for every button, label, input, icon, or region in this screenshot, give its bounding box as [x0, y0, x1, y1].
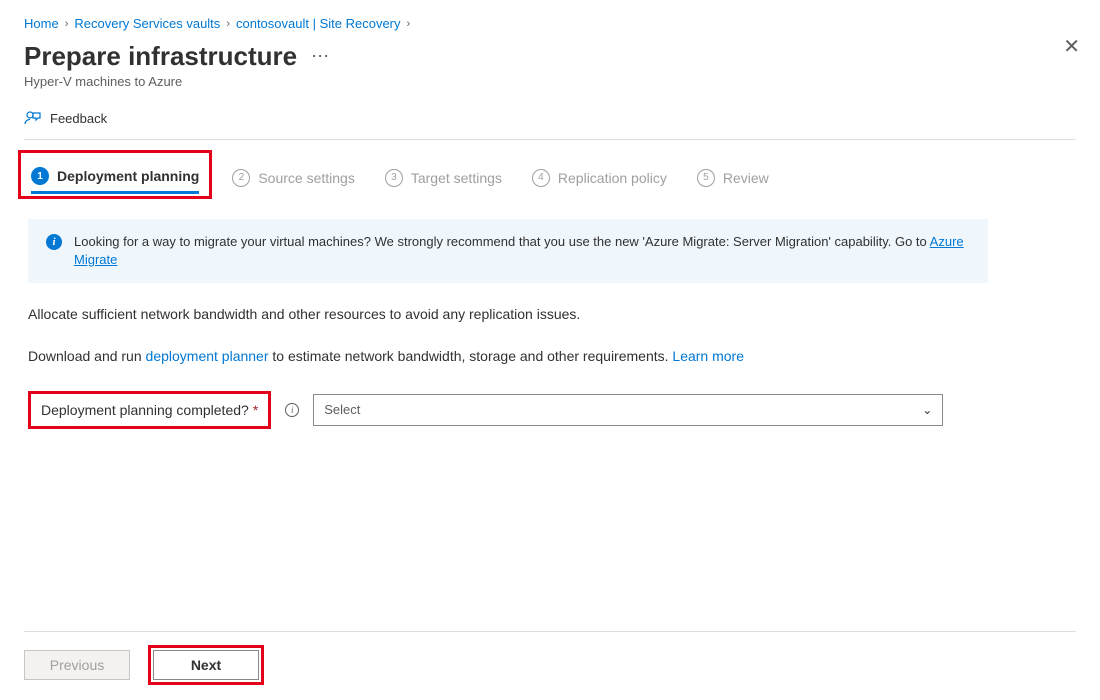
previous-button: Previous: [24, 650, 130, 680]
breadcrumb: Home › Recovery Services vaults › contos…: [24, 16, 1076, 31]
step-number-icon: 2: [232, 169, 250, 187]
info-text: Looking for a way to migrate your virtua…: [74, 233, 970, 269]
tab-label: Replication policy: [558, 170, 667, 186]
highlight-box: Next: [148, 645, 264, 685]
required-indicator: *: [253, 402, 258, 418]
chevron-right-icon: ›: [407, 18, 411, 30]
instruction-text-1: Allocate sufficient network bandwidth an…: [28, 305, 1072, 325]
tab-deployment-planning[interactable]: 1 Deployment planning: [31, 167, 199, 194]
breadcrumb-home[interactable]: Home: [24, 16, 59, 31]
deployment-completed-select[interactable]: Select ⌄: [313, 394, 943, 426]
page-header: Prepare infrastructure ⋯: [24, 41, 1076, 72]
feedback-button[interactable]: Feedback: [50, 111, 107, 126]
tab-review[interactable]: 5 Review: [697, 169, 769, 193]
more-actions-button[interactable]: ⋯: [311, 46, 330, 67]
breadcrumb-siterecovery[interactable]: contosovault | Site Recovery: [236, 16, 401, 31]
close-button[interactable]: ✕: [1063, 34, 1080, 59]
instruction-text-2: Download and run deployment planner to e…: [28, 347, 1072, 367]
chevron-right-icon: ›: [65, 18, 69, 30]
tab-label: Target settings: [411, 170, 502, 186]
tab-label: Deployment planning: [57, 168, 199, 184]
wizard-tabs: 1 Deployment planning 2 Source settings …: [24, 140, 1076, 201]
deployment-planner-link[interactable]: deployment planner: [146, 348, 269, 364]
page-subtitle: Hyper-V machines to Azure: [24, 74, 1076, 89]
tab-label: Review: [723, 170, 769, 186]
learn-more-link[interactable]: Learn more: [672, 348, 744, 364]
highlight-box: Deployment planning completed? *: [28, 391, 271, 429]
next-button[interactable]: Next: [153, 650, 259, 680]
form-row-deployment-completed: Deployment planning completed? * i Selec…: [28, 391, 1072, 429]
wizard-footer: Previous Next: [24, 631, 1076, 680]
tab-replication-policy[interactable]: 4 Replication policy: [532, 169, 667, 193]
step-number-icon: 1: [31, 167, 49, 185]
info-icon: i: [46, 234, 62, 250]
highlight-box: 1 Deployment planning: [18, 150, 212, 199]
tab-source-settings[interactable]: 2 Source settings: [232, 169, 355, 193]
toolbar: Feedback: [24, 109, 1076, 140]
step-number-icon: 5: [697, 169, 715, 187]
breadcrumb-vaults[interactable]: Recovery Services vaults: [74, 16, 220, 31]
tab-target-settings[interactable]: 3 Target settings: [385, 169, 502, 193]
page-title: Prepare infrastructure: [24, 41, 297, 72]
chevron-down-icon: ⌄: [922, 403, 932, 417]
step-number-icon: 3: [385, 169, 403, 187]
step-number-icon: 4: [532, 169, 550, 187]
field-label: Deployment planning completed?: [41, 402, 249, 418]
chevron-right-icon: ›: [226, 18, 230, 30]
feedback-icon: [24, 109, 42, 127]
select-placeholder: Select: [324, 402, 360, 417]
info-tooltip-icon[interactable]: i: [285, 403, 299, 417]
tab-label: Source settings: [258, 170, 355, 186]
info-banner: i Looking for a way to migrate your virt…: [28, 219, 988, 283]
